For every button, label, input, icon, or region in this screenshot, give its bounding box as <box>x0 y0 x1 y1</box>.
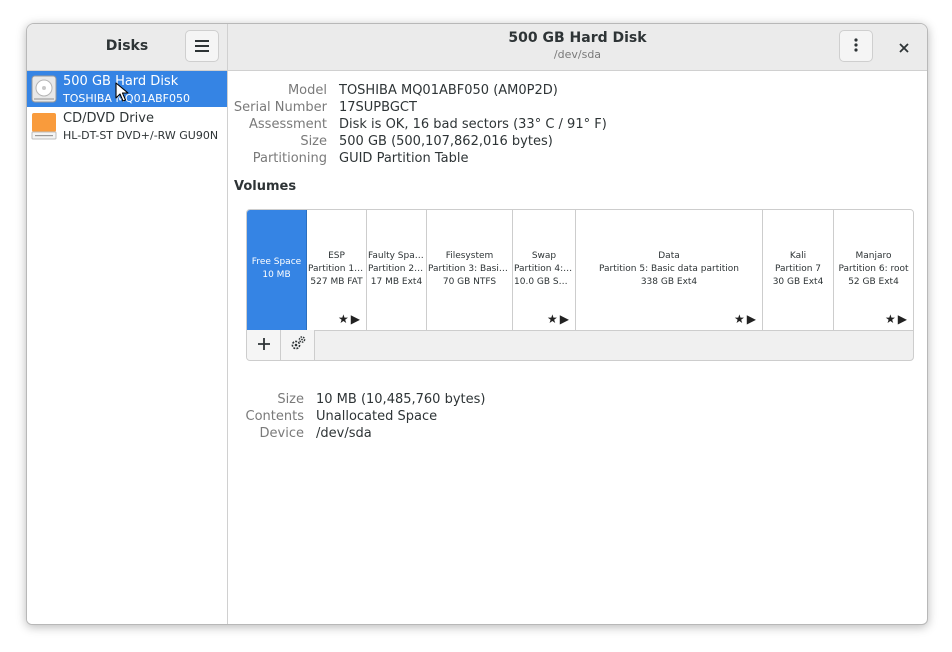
gears-icon <box>289 335 307 355</box>
partition-settings-button[interactable] <box>281 330 315 360</box>
volume-partition: Partition 7 <box>774 264 822 274</box>
selected-size-label: Size <box>277 392 304 407</box>
device-value: /dev/sda <box>316 426 372 441</box>
serial-number-label: Serial Number <box>233 100 327 115</box>
volume-partition: Partition 4: swap <box>514 264 575 274</box>
contents-value: Unallocated Space <box>316 409 438 424</box>
partitioning-label: Partitioning <box>252 151 327 166</box>
selected-size-value: 10 MB (10,485,760 bytes) <box>316 392 486 407</box>
assessment-label: Assessment <box>249 117 327 132</box>
volume-free-space[interactable]: Free Space 10 MB <box>247 210 307 330</box>
volume-name: Free Space <box>251 257 302 267</box>
volume-name: Faulty Space <box>368 251 426 261</box>
volume-partition: Partition 2: Microsoft <box>368 264 426 274</box>
contents-label: Contents <box>245 409 304 424</box>
model-label: Model <box>287 83 327 98</box>
optical-drive-icon <box>31 112 57 140</box>
volume-strip: Free Space 10 MB ESP Partition 1: EFI Sy… <box>247 210 913 331</box>
volume-size: 527 MB FAT <box>310 277 363 287</box>
disk-device-path: /dev/sda <box>553 48 602 61</box>
volume-partition: Partition 5: Basic data partition <box>598 264 739 274</box>
volume-size: 52 GB Ext4 <box>848 277 899 287</box>
volume-size: 338 GB Ext4 <box>640 277 698 287</box>
mounted-play-icons: ★▶ <box>338 312 362 326</box>
volume-name: Data <box>658 251 680 261</box>
size-label: Size <box>300 134 327 149</box>
disks-window: Disks 500 GB Hard Disk /dev/sda 500 GB H… <box>26 23 928 625</box>
plus-icon <box>257 336 271 355</box>
create-partition-button[interactable] <box>247 330 281 360</box>
mouse-pointer-icon <box>115 82 129 106</box>
volume-partition: Partition 3: Basic data <box>428 264 512 274</box>
volume-size: 30 GB Ext4 <box>772 277 824 287</box>
close-button[interactable] <box>889 32 919 62</box>
vertical-dots-icon <box>854 37 858 56</box>
drive-model: HL-DT-ST DVD+/-RW GU90N <box>63 129 219 142</box>
volume-name: Filesystem <box>445 251 494 261</box>
volume-name: ESP <box>328 251 345 261</box>
volume-filesystem[interactable]: Filesystem Partition 3: Basic data 70 GB… <box>427 210 513 330</box>
drive-item-cd-dvd[interactable]: CD/DVD Drive HL-DT-ST DVD+/-RW GU90N <box>27 108 227 144</box>
mounted-play-icons: ★▶ <box>547 312 571 326</box>
serial-number-value: 17SUPBGCT <box>339 100 417 115</box>
model-value: TOSHIBA MQ01ABF050 (AM0P2D) <box>339 83 558 98</box>
volume-data[interactable]: Data Partition 5: Basic data partition 3… <box>576 210 763 330</box>
disk-title: 500 GB Hard Disk <box>508 30 647 46</box>
volumes-heading: Volumes <box>234 179 297 194</box>
volume-name: Kali <box>789 251 807 261</box>
mounted-play-icons: ★▶ <box>734 312 758 326</box>
disk-details: Model TOSHIBA MQ01ABF050 (AM0P2D) Serial… <box>228 71 927 624</box>
volume-size: 10 MB <box>262 270 291 280</box>
volume-manjaro[interactable]: Manjaro Partition 6: root 52 GB Ext4 ★▶ <box>834 210 913 330</box>
close-icon <box>899 38 909 57</box>
assessment-value: Disk is OK, 16 bad sectors (33° C / 91° … <box>339 117 607 132</box>
volume-size: 17 MB Ext4 <box>370 277 423 287</box>
volume-esp[interactable]: ESP Partition 1: EFI System 527 MB FAT ★… <box>307 210 367 330</box>
headerbar: Disks 500 GB Hard Disk /dev/sda <box>27 24 927 71</box>
main-menu-button[interactable] <box>185 30 219 62</box>
volume-size: 10.0 GB Swap <box>514 277 575 287</box>
hard-disk-icon <box>31 75 57 103</box>
hamburger-menu-icon <box>195 37 209 56</box>
volume-partition: Partition 1: EFI System <box>308 264 366 274</box>
volume-faulty-space[interactable]: Faulty Space Partition 2: Microsoft 17 M… <box>367 210 427 330</box>
drive-sidebar: 500 GB Hard Disk TOSHIBA MQ01ABF050 CD/D… <box>27 71 228 624</box>
volume-swap[interactable]: Swap Partition 4: swap 10.0 GB Swap ★▶ <box>513 210 576 330</box>
device-label: Device <box>259 426 304 441</box>
size-value: 500 GB (500,107,862,016 bytes) <box>339 134 553 149</box>
volume-partition: Partition 6: root <box>838 264 909 274</box>
volumes-map: Free Space 10 MB ESP Partition 1: EFI Sy… <box>246 209 914 361</box>
volume-name: Swap <box>531 251 557 261</box>
mounted-play-icons: ★▶ <box>885 312 909 326</box>
volume-size: 70 GB NTFS <box>442 277 497 287</box>
volume-kali[interactable]: Kali Partition 7 30 GB Ext4 <box>763 210 834 330</box>
partitioning-value: GUID Partition Table <box>339 151 469 166</box>
volume-name: Manjaro <box>855 251 892 261</box>
drive-name: CD/DVD Drive <box>63 111 154 126</box>
disk-menu-button[interactable] <box>839 30 873 62</box>
